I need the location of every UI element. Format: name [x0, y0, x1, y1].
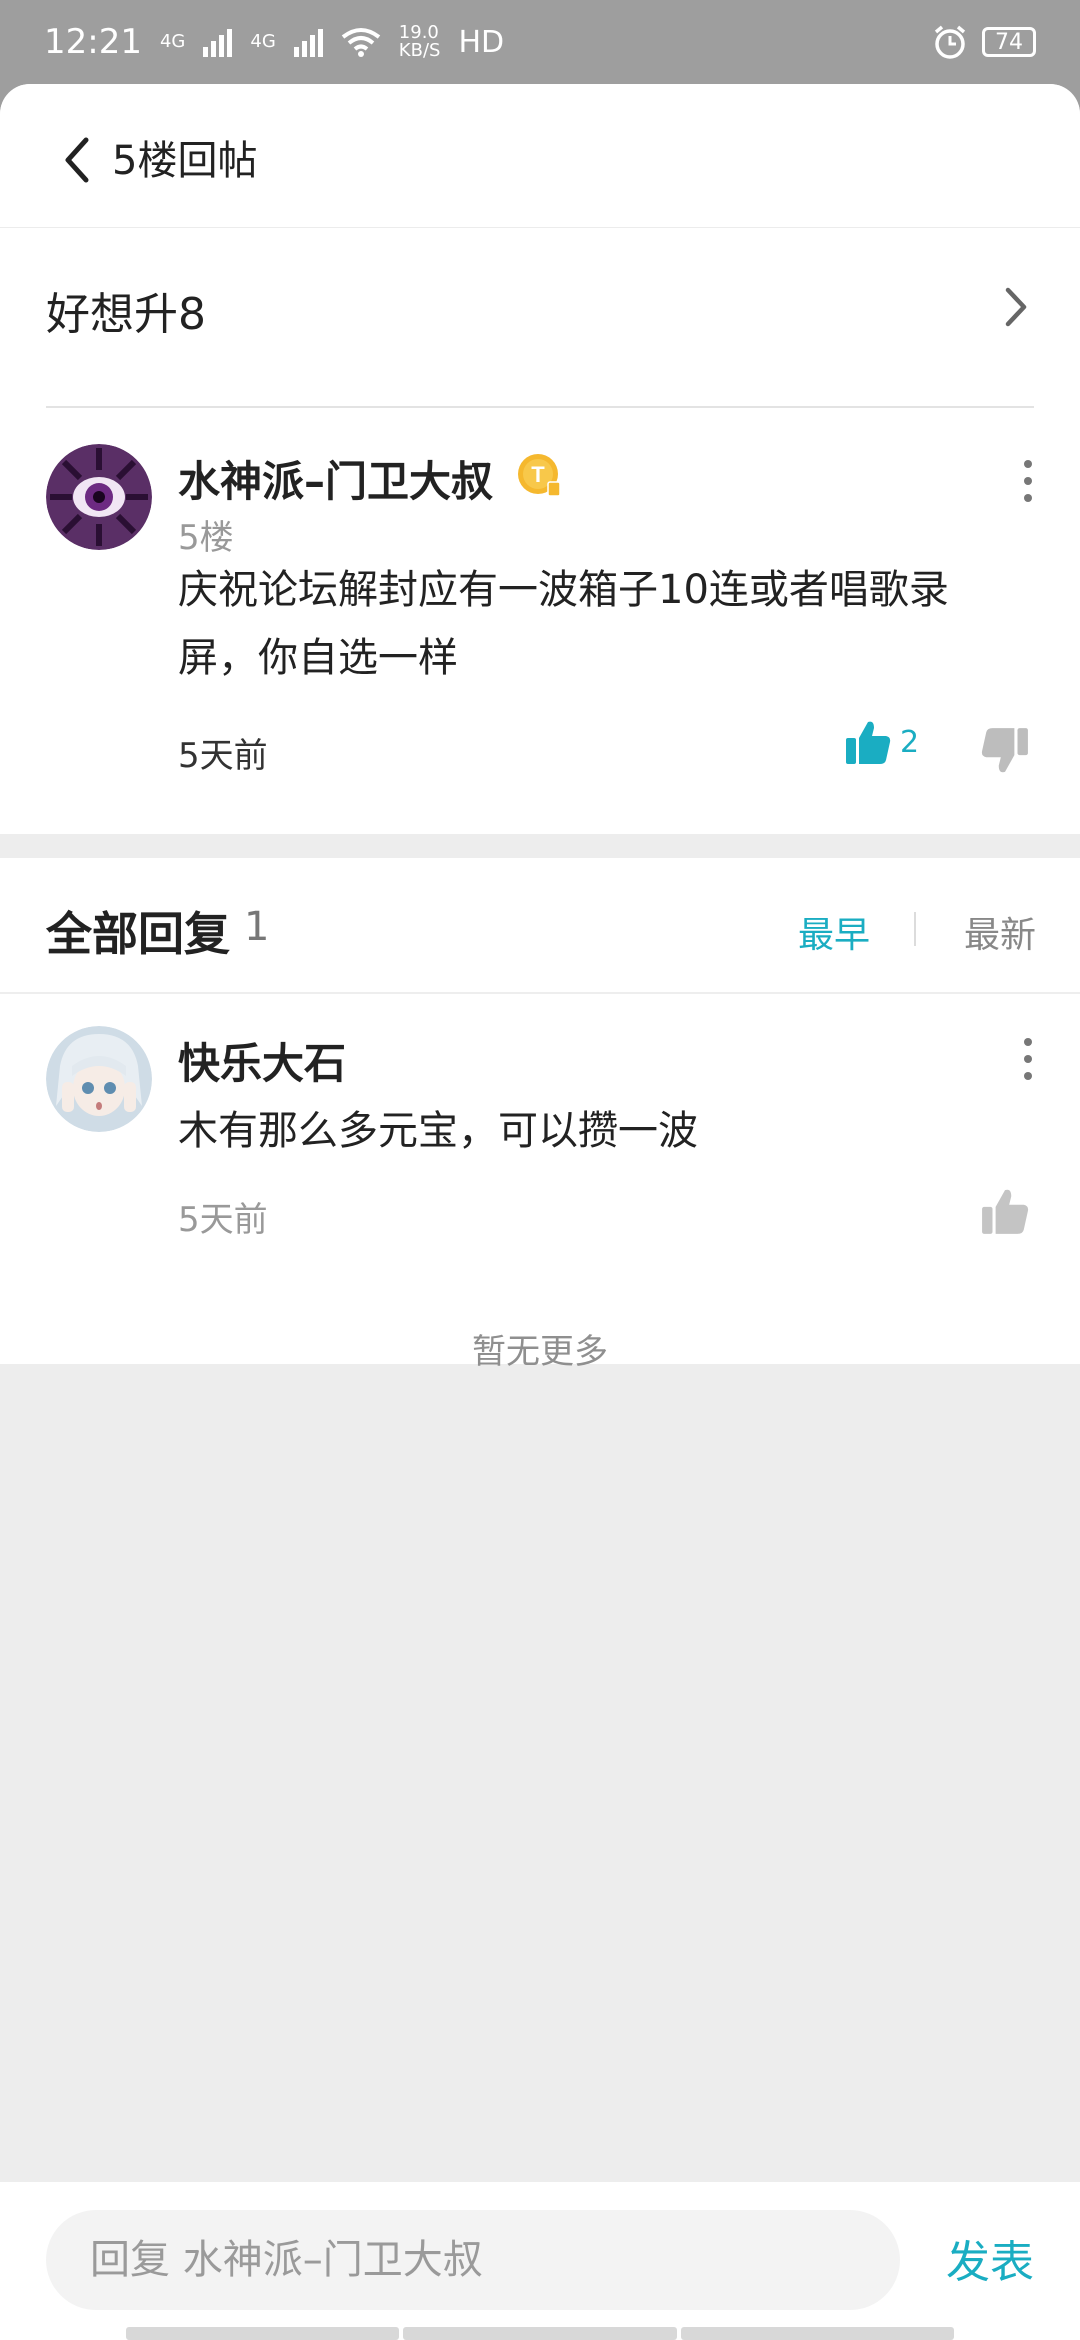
thumbs-up-icon[interactable] — [980, 1186, 1030, 1236]
sort-divider — [914, 912, 916, 946]
post-card: 水神派–门卫大叔 T 5楼 庆祝论坛解封应有一波箱子10连或者唱歌录屏，你自选一… — [0, 408, 1080, 834]
page-title: 5楼回帖 — [112, 138, 258, 184]
network-speed: 19.0 KB/S — [399, 24, 441, 60]
signal-icon-2 — [293, 27, 323, 57]
author-avatar-image — [46, 444, 152, 550]
svg-text:T: T — [531, 462, 545, 487]
thumbs-up-icon — [846, 721, 891, 764]
chevron-right-icon — [1005, 287, 1027, 327]
reply-time: 5天前 — [178, 1200, 268, 1240]
status-time: 12:21 — [44, 22, 142, 62]
reply-author[interactable]: 快乐大石 — [178, 1030, 346, 1091]
status-right: 74 — [932, 24, 1036, 60]
more-icon[interactable] — [1018, 456, 1038, 506]
network-label-1: 4G — [159, 31, 186, 52]
sort-newest-tab[interactable]: 最新 — [964, 906, 1036, 958]
status-left: 12:21 4G 4G 19.0 KB/S HD — [44, 22, 504, 62]
network-indicator-2: 4G — [250, 33, 275, 51]
avatar[interactable] — [46, 444, 152, 550]
reply-sheet: 5楼回帖 好想升8 水神派–门卫大叔 T 5楼 庆祝论坛解封应有一波箱子10连或… — [0, 84, 1080, 2340]
replies-header: 全部回复 1 最早 最新 — [0, 858, 1080, 994]
reply-input[interactable] — [46, 2210, 900, 2310]
signal-icon-1 — [203, 27, 233, 57]
network-label-2: 4G — [250, 31, 276, 52]
sort-earliest-tab[interactable]: 最早 — [798, 906, 870, 958]
thread-title: 好想升8 — [46, 289, 206, 340]
like-count: 2 — [900, 724, 920, 760]
reply-avatar-image — [46, 1026, 152, 1132]
battery-icon: 74 — [982, 27, 1036, 57]
nav-bar: 5楼回帖 — [0, 84, 1080, 228]
status-bar: 12:21 4G 4G 19.0 KB/S HD 74 — [0, 0, 1080, 84]
author-name[interactable]: 水神派–门卫大叔 — [178, 448, 493, 509]
battery-level: 74 — [995, 29, 1023, 55]
hd-label: HD — [458, 24, 505, 60]
floor-label: 5楼 — [178, 518, 234, 558]
send-button[interactable]: 发表 — [946, 2226, 1034, 2290]
alarm-icon — [934, 25, 966, 59]
more-icon[interactable] — [1018, 1034, 1038, 1084]
post-content: 庆祝论坛解封应有一波箱子10连或者唱歌录屏，你自选一样 — [178, 567, 949, 681]
reply-content: 木有那么多元宝，可以攒一波 — [178, 1108, 698, 1154]
replies-count: 1 — [244, 904, 270, 950]
t-badge-icon: T — [518, 454, 561, 497]
back-icon[interactable] — [58, 130, 98, 190]
post-time: 5天前 — [178, 736, 268, 776]
avatar[interactable] — [46, 1026, 152, 1132]
replies-title: 全部回复 — [46, 907, 230, 961]
network-indicator-1: 4G — [160, 33, 185, 51]
no-more-label: 暂无更多 — [472, 1332, 608, 1372]
network-speed-unit: KB/S — [398, 40, 441, 61]
gesture-handle[interactable] — [126, 2327, 954, 2340]
thumbs-down-icon[interactable] — [980, 726, 1030, 776]
reply-composer: 发表 — [0, 2182, 1080, 2340]
thread-link[interactable]: 好想升8 — [0, 228, 1080, 408]
like-button[interactable]: 2 — [844, 718, 919, 766]
wifi-icon — [341, 28, 381, 57]
list-item: 快乐大石 木有那么多元宝，可以攒一波 5天前 — [0, 994, 1080, 1364]
